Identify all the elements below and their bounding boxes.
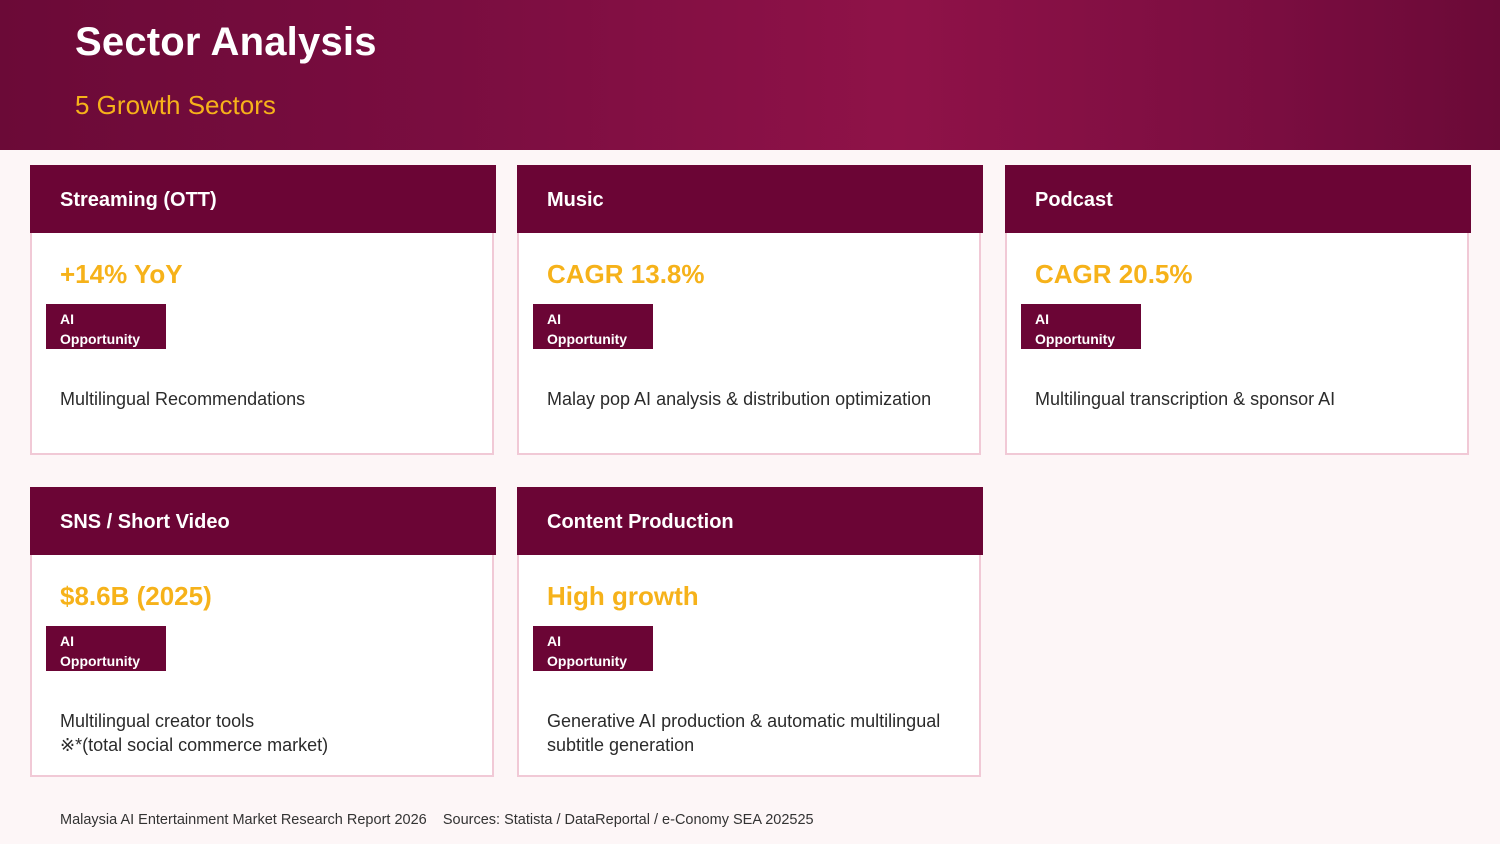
ai-opportunity-badge: AI Opportunity <box>1021 304 1141 349</box>
badge-line: AI <box>1035 311 1049 327</box>
sector-card-streaming: Streaming (OTT) +14% YoY AI Opportunity … <box>30 165 496 455</box>
description-line: Multilingual transcription & sponsor AI <box>1035 389 1336 409</box>
ai-opportunity-badge: AI Opportunity <box>533 626 653 671</box>
badge-line: AI <box>547 311 561 327</box>
ai-opportunity-badge: AI Opportunity <box>533 304 653 349</box>
sector-card-header: Music <box>517 165 983 233</box>
sector-metric: $8.6B (2025) <box>60 581 212 611</box>
description-line: Generative AI production & automatic mul… <box>547 711 941 731</box>
badge-line: Opportunity <box>547 653 628 669</box>
sector-metric: +14% YoY <box>60 259 183 289</box>
slide-footer: Malaysia AI Entertainment Market Researc… <box>60 812 814 828</box>
slide-header: Sector Analysis 5 Growth Sectors <box>0 0 1500 150</box>
badge-line: Opportunity <box>1035 331 1116 347</box>
sector-name: Music <box>547 189 604 211</box>
sector-name: Content Production <box>547 511 734 533</box>
badge-line: AI <box>547 633 561 649</box>
description-line: subtitle generation <box>547 735 695 755</box>
sector-card-header: Podcast <box>1005 165 1471 233</box>
badge-line: AI <box>60 633 74 649</box>
sector-name: Streaming (OTT) <box>60 189 217 211</box>
badge-line: Opportunity <box>547 331 628 347</box>
page-subtitle: 5 Growth Sectors <box>75 90 276 120</box>
sector-name: SNS / Short Video <box>60 511 230 533</box>
sector-description: Generative AI production & automatic mul… <box>547 709 967 757</box>
footer-sources: Sources: Statista / DataReportal / e-Con… <box>442 812 814 828</box>
sector-description: Multilingual transcription & sponsor AI <box>1035 387 1455 411</box>
sector-metric: CAGR 20.5% <box>1035 259 1193 289</box>
ai-opportunity-badge: AI Opportunity <box>46 626 166 671</box>
description-line: Multilingual creator tools <box>60 711 255 731</box>
badge-line: Opportunity <box>60 653 141 669</box>
sector-metric: CAGR 13.8% <box>547 259 705 289</box>
sector-card-content-production: Content Production High growth AI Opport… <box>517 487 983 777</box>
sector-card-header: Streaming (OTT) <box>30 165 496 233</box>
description-line: Multilingual Recommendations <box>60 389 306 409</box>
sector-description: Multilingual creator tools ※*(total soci… <box>60 709 480 757</box>
badge-line: AI <box>60 311 74 327</box>
description-line: ※*(total social commerce market) <box>60 735 329 755</box>
badge-line: Opportunity <box>60 331 141 347</box>
sector-description: Multilingual Recommendations <box>60 387 480 411</box>
sector-card-header: SNS / Short Video <box>30 487 496 555</box>
sector-card-music: Music CAGR 13.8% AI Opportunity Malay po… <box>517 165 983 455</box>
footer-report: Malaysia AI Entertainment Market Researc… <box>60 812 427 828</box>
sector-card-podcast: Podcast CAGR 20.5% AI Opportunity Multil… <box>1005 165 1471 455</box>
sector-name: Podcast <box>1035 189 1113 211</box>
sector-card-sns-short-video: SNS / Short Video $8.6B (2025) AI Opport… <box>30 487 496 777</box>
sector-description: Malay pop AI analysis & distribution opt… <box>547 387 967 411</box>
sector-metric: High growth <box>547 581 699 611</box>
page-title: Sector Analysis <box>75 20 377 64</box>
ai-opportunity-badge: AI Opportunity <box>46 304 166 349</box>
sector-card-header: Content Production <box>517 487 983 555</box>
description-line: Malay pop AI analysis & distribution opt… <box>547 389 932 409</box>
